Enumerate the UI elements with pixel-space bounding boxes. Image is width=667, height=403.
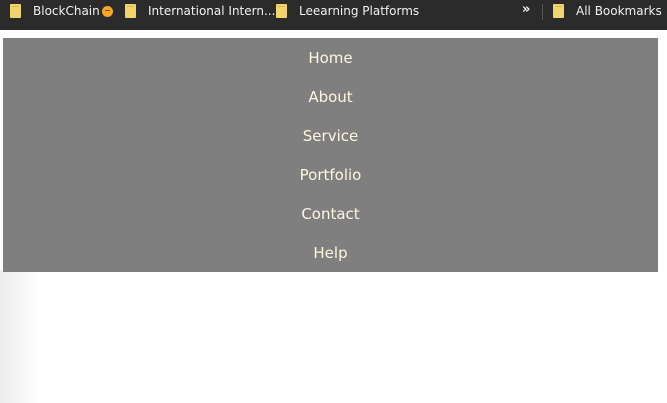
bookmark-blockchain[interactable]: BlockChain [10, 0, 113, 22]
all-bookmarks-button[interactable]: All Bookmarks [553, 0, 662, 22]
folder-icon [125, 4, 136, 18]
nav-item-home[interactable]: Home [3, 38, 658, 77]
nav-item-help[interactable]: Help [3, 233, 658, 272]
nav-item-portfolio[interactable]: Portfolio [3, 155, 658, 194]
emoji-icon [101, 5, 113, 17]
more-bookmarks-chevron-icon[interactable]: » [522, 2, 530, 17]
folder-icon [553, 4, 564, 18]
nav-item-about[interactable]: About [3, 77, 658, 116]
bookmark-label: BlockChain [33, 4, 100, 18]
all-bookmarks-label: All Bookmarks [576, 4, 662, 18]
bookmarks-bar: BlockChain International Intern... Leear… [0, 0, 667, 30]
bookmark-label: Leearning Platforms [299, 4, 420, 18]
folder-icon [10, 4, 21, 18]
bookmark-label: International Intern... [148, 4, 276, 18]
nav-menu: Home About Service Portfolio Contact Hel… [3, 38, 658, 272]
folder-icon [276, 4, 287, 18]
scroll-shadow [0, 270, 40, 403]
nav-item-contact[interactable]: Contact [3, 194, 658, 233]
bookmarks-divider [542, 4, 543, 20]
bookmark-international-intern[interactable]: International Intern... [125, 0, 275, 22]
bookmark-learning-platforms[interactable]: Leearning Platforms [276, 0, 419, 22]
page-content: Home About Service Portfolio Contact Hel… [0, 30, 667, 403]
nav-item-service[interactable]: Service [3, 116, 658, 155]
